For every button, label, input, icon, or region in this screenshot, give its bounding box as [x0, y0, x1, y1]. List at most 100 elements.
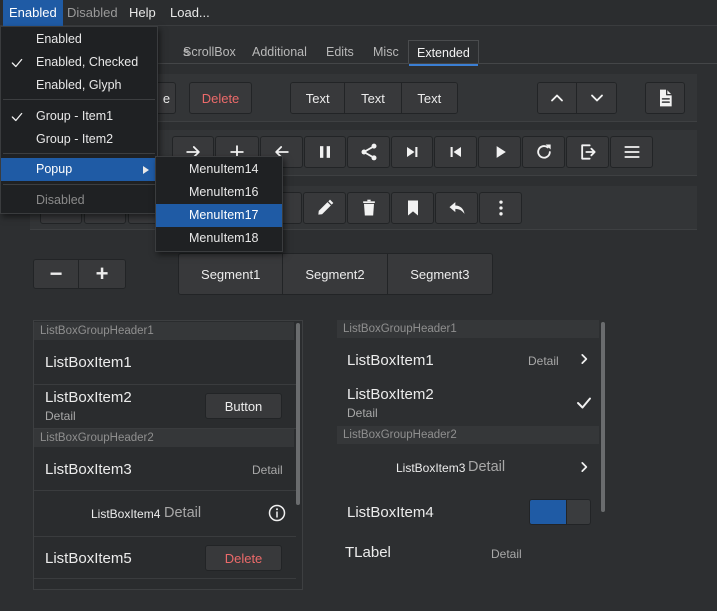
dd-item-disabled[interactable]: Disabled — [1, 189, 157, 212]
segment-1[interactable]: Segment1 — [179, 254, 284, 294]
more-vertical-icon[interactable] — [479, 192, 522, 224]
dd-item-group-2[interactable]: Group - Item2 — [1, 128, 157, 151]
chevron-right-icon — [577, 460, 591, 477]
left-item3-detail: Detail — [252, 463, 283, 477]
chevron-right-icon — [577, 352, 591, 369]
item2-button[interactable]: Button — [205, 393, 282, 419]
tab-misc[interactable]: Misc — [365, 40, 407, 64]
segment-2[interactable]: Segment2 — [283, 254, 388, 294]
reply-icon[interactable] — [435, 192, 478, 224]
left-item5-label: ListBoxItem5 — [45, 550, 132, 567]
dd-item-popup-label: Popup — [36, 162, 73, 176]
right-scrollbar[interactable] — [601, 322, 605, 512]
partial-button-label: e — [162, 90, 171, 106]
right-item2-label: ListBoxItem2 — [347, 386, 434, 403]
dd-item-enabled-checked[interactable]: Enabled, Checked — [1, 51, 157, 74]
dd-item-enabled[interactable]: Enabled — [1, 28, 157, 51]
dd-separator — [3, 153, 155, 154]
tab-additional[interactable]: Additional — [244, 40, 315, 64]
right-listbox: ListBoxGroupHeader1 ListBoxItem1 Detail … — [337, 320, 605, 580]
chevron-down-icon[interactable] — [577, 83, 616, 113]
check-icon — [575, 394, 593, 415]
dd-item-group-1[interactable]: Group - Item1 — [1, 105, 157, 128]
left-item4-label: ListBoxItem4 — [91, 507, 161, 521]
tlabel-detail: Detail — [491, 547, 522, 561]
refresh-icon[interactable] — [522, 136, 565, 168]
updown-group — [537, 82, 617, 114]
dd-separator — [3, 184, 155, 185]
dd-item-enabled-checked-label: Enabled, Checked — [36, 55, 139, 69]
popup-submenu: MenuItem14 MenuItem16 MenuItem17 MenuIte… — [155, 156, 283, 252]
enabled-dropdown-menu: Enabled Enabled, Checked Enabled, Glyph … — [0, 26, 158, 214]
stepper-minus-button[interactable]: − — [34, 260, 80, 288]
partial-icon-button[interactable] — [280, 192, 302, 224]
menubar: Enabled Disabled Help Load... — [0, 0, 717, 26]
submenu-item-14[interactable]: MenuItem14 — [156, 158, 282, 181]
right-list-item-3[interactable]: ListBoxItem3 Detail — [337, 444, 599, 490]
item5-delete-button[interactable]: Delete — [205, 545, 282, 571]
right-item2-detail: Detail — [347, 406, 378, 420]
menu-load[interactable]: Load... — [164, 0, 216, 26]
pause-icon[interactable] — [304, 136, 346, 168]
menu-enabled[interactable]: Enabled — [3, 0, 63, 26]
stepper: − + — [33, 259, 126, 289]
left-list-item-1[interactable]: ListBoxItem1 — [34, 341, 296, 385]
submenu-arrow-icon — [143, 166, 149, 174]
tlabel: TLabel — [345, 544, 391, 561]
left-item1-label: ListBoxItem1 — [45, 354, 132, 371]
right-item1-label: ListBoxItem1 — [347, 352, 434, 369]
left-list-item-3[interactable]: ListBoxItem3 Detail — [34, 447, 296, 491]
left-group-header-2: ListBoxGroupHeader2 — [34, 429, 294, 447]
submenu-item-17[interactable]: MenuItem17 — [156, 204, 282, 227]
right-list-item-2[interactable]: ListBoxItem2 Detail — [337, 382, 599, 426]
right-item1-detail: Detail — [528, 354, 559, 368]
right-item3-label: ListBoxItem3 — [396, 461, 466, 475]
skip-previous-icon[interactable] — [434, 136, 477, 168]
right-item4-label: ListBoxItem4 — [347, 504, 434, 521]
left-list-item-5[interactable]: ListBoxItem5 Delete — [34, 537, 296, 579]
dd-item-enabled-glyph[interactable]: Enabled, Glyph — [1, 74, 157, 97]
text-segment-group: Text Text Text — [290, 82, 458, 114]
left-item2-detail: Detail — [45, 409, 76, 423]
tab-extended[interactable]: Extended — [408, 40, 479, 66]
menu-help[interactable]: Help — [123, 0, 162, 26]
bookmark-icon[interactable] — [391, 192, 434, 224]
right-group-header-1: ListBoxGroupHeader1 — [337, 320, 599, 338]
left-list-item-2[interactable]: ListBoxItem2 Detail Button — [34, 385, 296, 429]
text-segment-1[interactable]: Text — [291, 83, 346, 113]
skip-next-icon[interactable] — [391, 136, 433, 168]
dd-item-group-1-label: Group - Item1 — [36, 109, 114, 123]
left-scrollbar[interactable] — [296, 323, 300, 505]
text-segment-3[interactable]: Text — [401, 83, 457, 113]
menu-icon[interactable] — [610, 136, 653, 168]
text-segment-2[interactable]: Text — [345, 83, 402, 113]
submenu-item-16[interactable]: MenuItem16 — [156, 181, 282, 204]
left-group-header-1: ListBoxGroupHeader1 — [34, 322, 294, 340]
dd-item-popup[interactable]: Popup — [1, 158, 157, 181]
menu-disabled[interactable]: Disabled — [61, 0, 124, 26]
stepper-plus-button[interactable]: + — [79, 260, 125, 288]
left-list-item-4[interactable]: ListBoxItem4 Detail — [34, 491, 296, 537]
check-icon — [10, 55, 24, 69]
right-list-item-1[interactable]: ListBoxItem1 Detail — [337, 338, 599, 382]
left-item4-detail: Detail — [164, 505, 202, 521]
chevron-up-icon[interactable] — [538, 83, 578, 113]
segment-3[interactable]: Segment3 — [387, 254, 492, 294]
document-icon[interactable] — [645, 82, 685, 114]
tab-edits[interactable]: Edits — [318, 40, 362, 64]
right-list-item-4[interactable]: ListBoxItem4 — [337, 490, 599, 534]
left-item3-label: ListBoxItem3 — [45, 461, 132, 478]
share-icon[interactable] — [347, 136, 390, 168]
play-icon[interactable] — [478, 136, 521, 168]
left-item2-label: ListBoxItem2 — [45, 389, 132, 406]
tab-scrollbox[interactable]: ScrollBox — [175, 40, 244, 64]
trash-icon[interactable] — [347, 192, 390, 224]
exit-icon[interactable] — [566, 136, 609, 168]
delete-button[interactable]: Delete — [189, 82, 252, 114]
pencil-icon[interactable] — [303, 192, 346, 224]
submenu-item-18[interactable]: MenuItem18 — [156, 227, 282, 250]
right-group-header-2: ListBoxGroupHeader2 — [337, 426, 599, 444]
toggle-switch[interactable] — [529, 499, 591, 525]
info-icon[interactable] — [268, 504, 286, 522]
dd-separator — [3, 99, 155, 100]
